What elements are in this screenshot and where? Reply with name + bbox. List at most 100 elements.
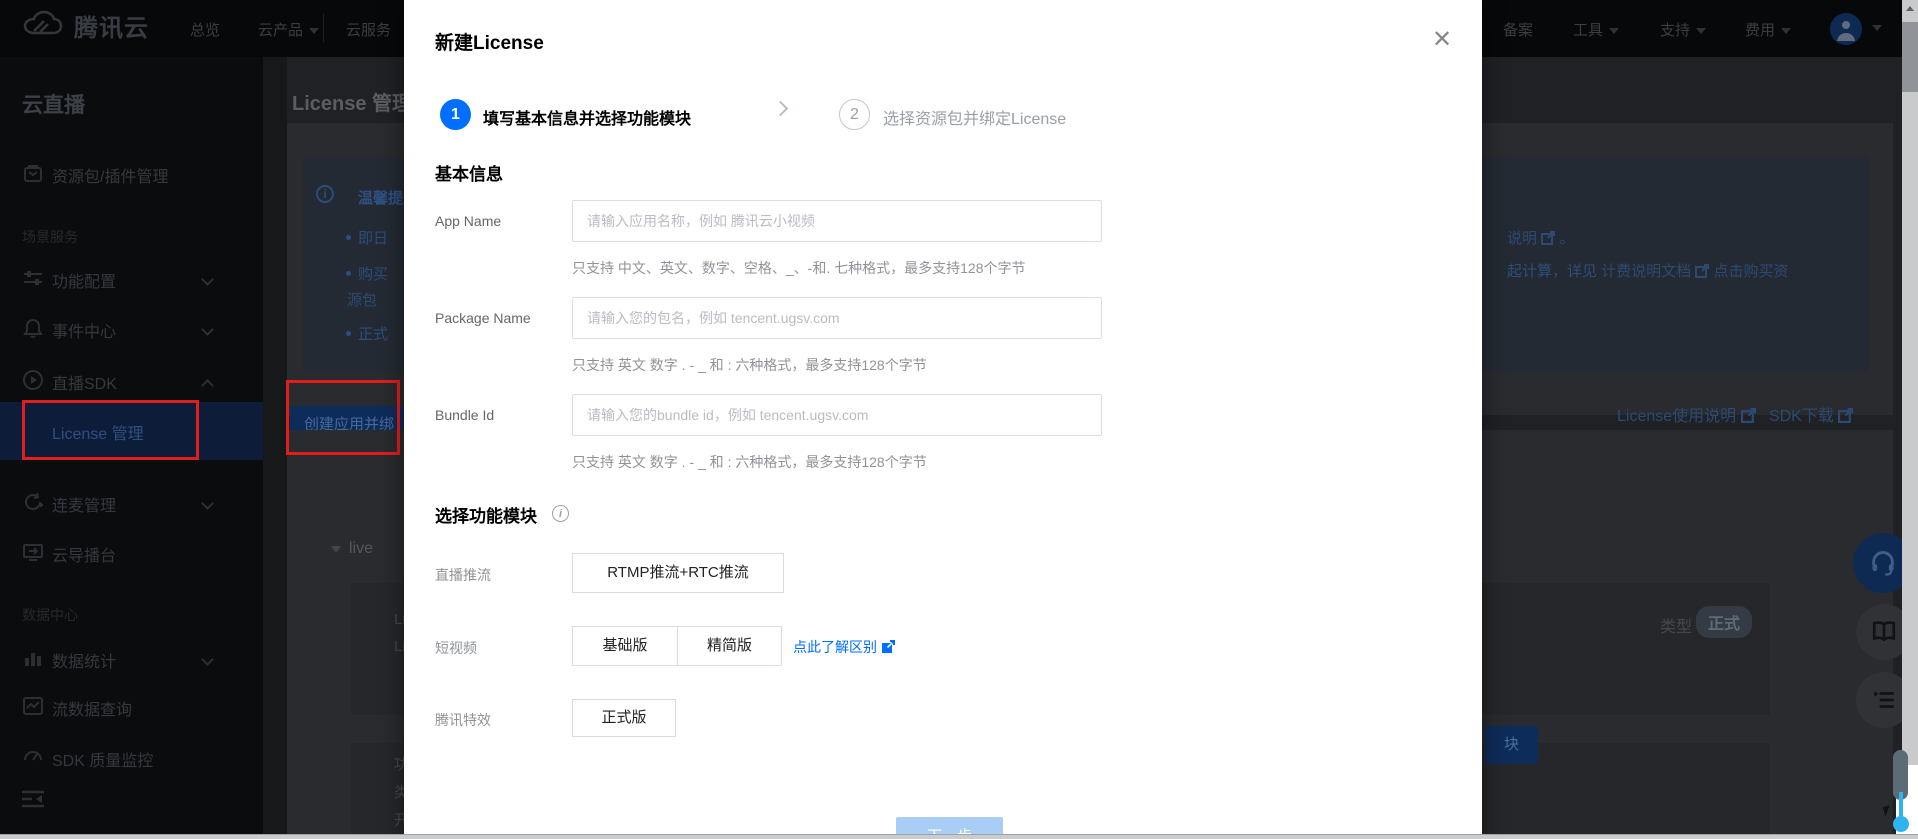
bundle-id-label: Bundle Id (435, 407, 494, 423)
monitor-icon (22, 541, 44, 563)
nav-support[interactable]: 支持 (1660, 19, 1706, 40)
window-bottom-edge (0, 834, 1918, 839)
notice-bullet-3: 正式 (358, 323, 388, 344)
buy-resource-link[interactable]: 点击购买资 (1714, 263, 1789, 280)
tencent-effect-label: 腾讯特效 (435, 710, 491, 730)
chevron-down-icon (201, 323, 214, 336)
annotation-box-license-menu (22, 400, 199, 460)
sidebar-item-event-center[interactable]: 事件中心 (0, 315, 263, 345)
info-icon: i (316, 185, 334, 203)
bullet-dot (346, 271, 351, 276)
triangle-down-icon (331, 546, 341, 553)
brand-text: 腾讯云 (74, 8, 149, 43)
nav-tools[interactable]: 工具 (1573, 19, 1619, 40)
license-usage-link[interactable]: License使用说明 (1617, 408, 1736, 425)
step-2-circle: 2 (839, 99, 870, 130)
sliders-icon (22, 267, 44, 289)
package-name-label: Package Name (435, 310, 531, 326)
step-1-label: 填写基本信息并选择功能模块 (483, 105, 691, 129)
scrollbar-track[interactable] (1902, 0, 1918, 765)
notice-right-line-2: 起计算，详见 计费说明文档 点击购买资 (1507, 260, 1789, 281)
app-name-label: App Name (435, 213, 501, 229)
bundle-id-input[interactable] (572, 394, 1102, 436)
notice-bullet-2-link[interactable]: 源包 (347, 289, 377, 310)
cursor-artifact (1893, 816, 1909, 832)
chevron-down-icon (1609, 28, 1619, 34)
add-module-button-fragment[interactable]: 块 (1485, 726, 1538, 764)
bar-chart-icon (22, 647, 44, 669)
sidebar-item-sdk-quality[interactable]: SDK 质量监控 (0, 744, 263, 774)
nav-overview[interactable]: 总览 (190, 19, 220, 40)
package-icon (22, 162, 44, 184)
chevron-down-icon (201, 497, 214, 510)
chevron-down-icon (201, 653, 214, 666)
scrollbar-up-arrow[interactable] (1902, 0, 1918, 17)
package-name-input[interactable] (572, 297, 1102, 339)
sidebar-section-scene: 场景服务 (22, 227, 78, 247)
module-heading: 选择功能模块 (435, 502, 537, 527)
bundle-id-helper: 只支持 英文 数字 . - _ 和 : 六种格式，最多支持128个字节 (572, 452, 927, 472)
content-gutter (263, 57, 287, 839)
chevron-down-icon[interactable] (1872, 25, 1882, 31)
sidebar-item-feature-config[interactable]: 功能配置 (0, 265, 263, 295)
sidebar-item-mic-mgmt[interactable]: 连麦管理 (0, 489, 263, 519)
rtmp-rtc-option[interactable]: RTMP推流+RTC推流 (572, 553, 784, 593)
chevron-right-icon (773, 101, 789, 117)
notice-bullet-2: 购买 (358, 263, 388, 284)
doc-links: License使用说明 SDK下载 (1617, 402, 1853, 426)
sidebar-title: 云直播 (22, 89, 85, 119)
license-group-live[interactable]: live (331, 540, 373, 558)
line-chart-icon (22, 695, 44, 717)
billing-doc-link[interactable]: 计费说明文档 (1601, 263, 1691, 280)
play-circle-icon (22, 369, 44, 391)
notice-right-link-1[interactable]: 说明 。 (1507, 227, 1574, 248)
chevron-down-icon (309, 28, 319, 34)
external-link-icon (1695, 264, 1709, 278)
sidebar-item-resource-mgmt[interactable]: 资源包/插件管理 (0, 160, 263, 190)
short-video-label: 短视频 (435, 638, 477, 658)
chevron-down-icon (1781, 28, 1791, 34)
tencent-cloud-logo[interactable]: 腾讯云 (20, 8, 149, 43)
sidebar-item-cloud-director[interactable]: 云导播台 (0, 539, 263, 569)
external-link-icon (881, 640, 895, 654)
chevron-up-icon (201, 379, 214, 392)
nav-beian[interactable]: 备案 (1503, 19, 1533, 40)
screen: 腾讯云 总览 云产品 云服务 备案 工具 支持 费用 云直播 资源包/插件管理 … (0, 0, 1918, 839)
learn-difference-link[interactable]: 点此了解区别 (793, 637, 895, 657)
collapse-sidebar-icon[interactable] (22, 790, 44, 808)
bell-icon (22, 317, 44, 339)
close-icon[interactable]: ✕ (1426, 24, 1458, 56)
bullet-dot (346, 331, 351, 336)
nav-services[interactable]: 云服务 (346, 19, 391, 40)
sidebar-item-live-sdk[interactable]: 直播SDK (0, 367, 263, 397)
external-link-icon (1838, 408, 1853, 423)
nav-divider (323, 14, 324, 42)
app-name-input[interactable] (572, 200, 1102, 242)
dialog-title: 新建License (435, 28, 544, 55)
nav-billing[interactable]: 费用 (1745, 19, 1791, 40)
sdk-download-link[interactable]: SDK下载 (1769, 408, 1834, 425)
list-icon (1871, 687, 1897, 713)
sidebar-section-data: 数据中心 (22, 605, 78, 625)
sidebar-item-data-stats[interactable]: 数据统计 (0, 645, 263, 675)
step-2-label: 选择资源包并绑定License (883, 105, 1066, 129)
basic-edition-option[interactable]: 基础版 (573, 627, 677, 665)
new-license-dialog: 新建License ✕ 1 填写基本信息并选择功能模块 2 选择资源包并绑定Li… (404, 0, 1482, 839)
nav-products[interactable]: 云产品 (258, 19, 319, 40)
notice-bullet-1: 即日 (358, 227, 388, 248)
bullet-dot (346, 235, 351, 240)
live-push-label: 直播推流 (435, 565, 491, 585)
avatar[interactable] (1830, 13, 1862, 45)
cloud-icon (20, 9, 64, 43)
sidebar-item-stream-query[interactable]: 流数据查询 (0, 693, 263, 723)
official-edition-option[interactable]: 正式版 (572, 699, 676, 737)
link-mic-icon (22, 491, 44, 513)
lite-edition-option[interactable]: 精简版 (677, 627, 781, 665)
package-name-helper: 只支持 英文 数字 . - _ 和 : 六种格式，最多支持128个字节 (572, 355, 927, 375)
info-icon[interactable]: i (552, 505, 569, 522)
chevron-down-icon (1696, 28, 1706, 34)
user-icon (1834, 17, 1858, 41)
scrollbar-thumb[interactable] (1902, 22, 1918, 92)
page-title: License 管理 (292, 87, 412, 116)
annotation-box-create-button (286, 380, 400, 455)
